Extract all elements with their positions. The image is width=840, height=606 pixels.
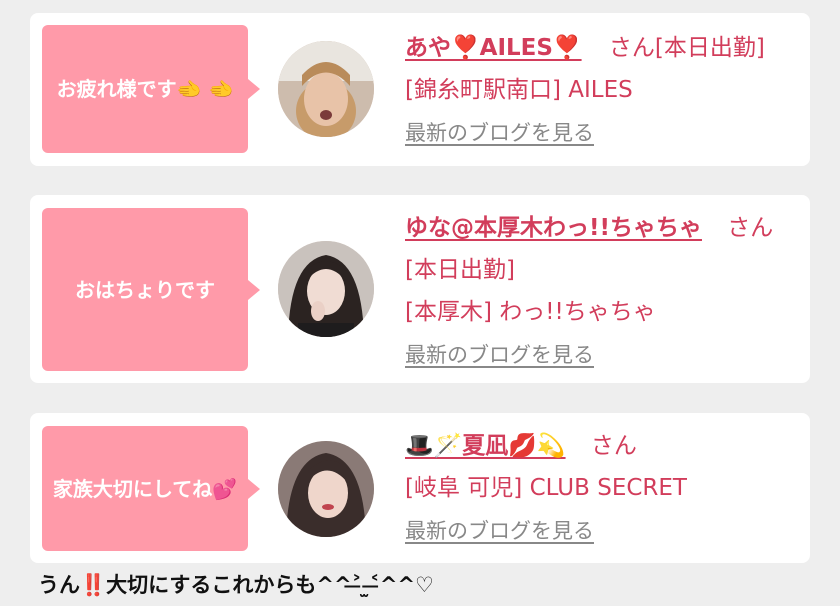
honorific: さん — [590, 433, 637, 459]
honorific: さん — [608, 35, 655, 61]
diary-card[interactable]: おはちょりです ゆな@本厚木わっ!!ちゃちゃ さん [本日出勤] [本厚木] わ… — [30, 195, 810, 383]
work-status: [本日出勤] — [654, 35, 765, 61]
reply-text: うん‼️大切にするこれからも^^˃̶ ̫˂̶^^♡ — [38, 573, 434, 597]
avatar-photo — [278, 441, 374, 537]
avatar[interactable] — [278, 441, 374, 537]
message-text: 家族大切にしてね💕 — [52, 476, 238, 501]
message-text: おはちょりです — [75, 277, 215, 302]
shop-name: [岐阜 可児] CLUB SECRET — [405, 475, 687, 501]
latest-blog-link[interactable]: 最新のブログを見る — [405, 339, 594, 369]
avatar-photo — [278, 241, 374, 337]
cast-name-link[interactable]: ゆな@本厚木わっ!!ちゃちゃ — [405, 215, 702, 241]
diary-card[interactable]: お疲れ様です🫲 🫲 あや❣️AILES❣️ さん[本日出勤] [錦糸町駅南口] … — [30, 13, 810, 166]
avatar[interactable] — [278, 41, 374, 137]
shop-name: [本厚木] わっ!!ちゃちゃ — [405, 299, 656, 325]
latest-blog-link[interactable]: 最新のブログを見る — [405, 515, 594, 545]
message-bubble: 家族大切にしてね💕 — [42, 426, 260, 551]
message-bubble: おはちょりです — [42, 208, 260, 371]
work-status: [本日出勤] — [405, 257, 515, 283]
avatar-photo — [278, 41, 374, 137]
avatar[interactable] — [278, 241, 374, 337]
honorific: さん — [727, 215, 774, 241]
cast-name-link[interactable]: 🎩🪄夏凪💋💫 — [405, 433, 566, 459]
latest-blog-link[interactable]: 最新のブログを見る — [405, 117, 594, 147]
message-text: お疲れ様です🫲 🫲 — [56, 77, 234, 101]
message-bubble: お疲れ様です🫲 🫲 — [42, 25, 260, 153]
shop-name: [錦糸町駅南口] AILES — [405, 77, 633, 103]
diary-card[interactable]: 家族大切にしてね💕 🎩🪄夏凪💋💫 さん [岐阜 可児] CLUB SECRET … — [30, 413, 810, 563]
cast-name-link[interactable]: あや❣️AILES❣️ — [405, 35, 582, 61]
